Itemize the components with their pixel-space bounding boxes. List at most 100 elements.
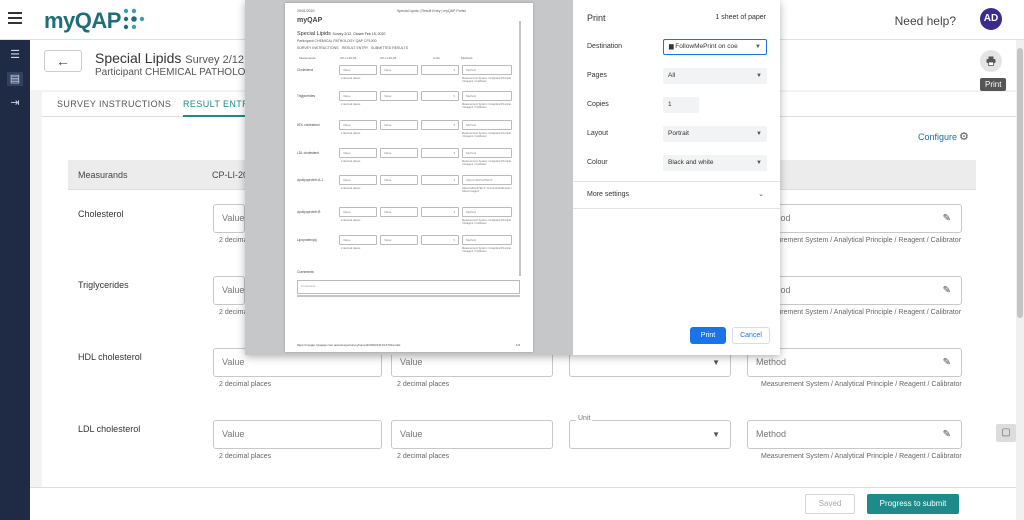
preview-method-box: Method [462,91,512,101]
colour-select[interactable]: Black and white ▼ [663,155,767,171]
method-placeholder: Method [756,429,787,439]
progress-to-submit-button[interactable]: Progress to submit [867,494,959,514]
preview-header: Measurands [299,56,316,60]
pages-select[interactable]: All ▼ [663,68,767,84]
preview-row-label: LDL cholesterol [297,151,320,155]
logo-mark-icon [123,8,145,30]
divider [573,208,780,209]
print-dialog: 29/01/2020 Special Lipids | Result Entry… [245,0,780,355]
preview-method-box: Method [462,235,512,245]
row-label-ldl-cholesterol: LDL cholesterol [78,424,141,434]
preview-url: https://myqap.rcpaqap.com.au/surveys/sur… [297,343,401,347]
chevron-down-icon: ▾ [453,68,455,72]
decimal-hint: 2 decimal places [397,381,450,388]
copies-input[interactable]: 1 [663,97,699,113]
row-label-cholesterol: Cholesterol [78,209,124,219]
chevron-down-icon: ▼ [756,160,762,166]
preview-value-box: Value [339,91,377,101]
configure-link[interactable]: Configure [918,132,957,142]
method-hint: asurement System / Analytical Principle … [770,237,962,244]
ldl-value-input-1[interactable]: Value [213,420,382,449]
menu-icon[interactable] [8,12,22,24]
scrollbar-thumb[interactable] [1017,48,1023,318]
preview-method-box: Method [462,65,512,75]
decimal-hint: 2 decimal places [219,453,272,460]
app-logo[interactable]: myQAP [44,8,121,34]
saved-button[interactable]: Saved [805,494,855,514]
collapse-menu-icon[interactable]: ☰ [7,48,23,62]
pages-label: Pages [587,72,607,79]
edit-pencil-icon[interactable]: ✎ [943,421,951,448]
page-scrollbar[interactable] [1016,40,1024,520]
destination-select[interactable]: ▆ FollowMePrint on coe ▼ [663,39,767,55]
chevron-down-icon[interactable]: ⌄ [758,190,764,198]
edit-pencil-icon[interactable]: ✎ [943,277,951,304]
preview-value-box: Value [380,207,418,217]
tab-survey-instructions[interactable]: SURVEY INSTRUCTIONS [57,92,171,117]
need-help-link[interactable]: Need help? [895,14,956,28]
preview-decimal-hint: 2 decimal places [341,160,361,163]
preview-decimal-hint: 2 decimal places [341,132,361,135]
destination-value: FollowMePrint on coe [675,43,738,50]
preview-row-label: HDL cholesterol [297,123,320,127]
preview-tab: RESULT ENTRY [342,46,369,50]
print-button[interactable] [980,50,1002,72]
sheet-count: 1 sheet of paper [715,14,766,21]
triglycerides-value-input[interactable]: Value [213,276,245,305]
print-cancel-button[interactable]: Cancel [732,327,770,344]
gear-icon[interactable]: ⚙ [959,130,969,143]
page-title: Special Lipids Survey 2/12, C [95,50,258,66]
layout-value: Portrait [668,130,689,137]
preview-method-hint: Measurement System / Analytical Principl… [462,247,512,254]
colour-value: Black and white [668,159,714,166]
cholesterol-value-input[interactable]: Value [213,204,245,233]
preview-value-box: Value [380,235,418,245]
chevron-down-icon: ▾ [453,210,455,214]
footer-bar: Saved Progress to submit [30,487,1024,520]
preview-header: CP-LI-20-02 [340,56,357,60]
preview-row-label: Apolipoprotein A-1 [297,178,324,182]
edit-pencil-icon[interactable]: ✎ [943,349,951,376]
chat-icon[interactable]: ▢ [996,424,1016,442]
preview-comments-box: Comments [297,280,520,294]
chevron-down-icon: ▼ [756,131,762,137]
unit-label: Unit [576,414,593,424]
chevron-down-icon: ▾ [453,151,455,155]
ldl-value-input-2[interactable]: Value [391,420,553,449]
logout-icon[interactable]: ⇥ [7,96,23,110]
edit-pencil-icon[interactable]: ✎ [943,205,951,232]
back-button[interactable]: ← [44,50,82,72]
preview-value-box: Value [339,235,377,245]
preview-logo: myQAP [297,17,323,24]
layout-select[interactable]: Portrait ▼ [663,126,767,142]
preview-page-number: 1/2 [516,343,521,347]
ldl-method-field[interactable]: Method ✎ [747,420,962,449]
preview-unit-box: ▾ [421,175,459,185]
preview-hscrollbar [297,295,520,297]
copies-label: Copies [587,101,609,108]
decimal-hint: 2 decimal places [397,453,450,460]
row-label-hdl-cholesterol: HDL cholesterol [78,352,142,362]
avatar[interactable]: AD [980,8,1002,30]
preview-method-hint: Measurement System / Analytical Principl… [462,103,512,110]
print-confirm-button[interactable]: Print [690,327,726,344]
results-list-icon[interactable]: ▤ [7,72,23,86]
print-dialog-title: Print [587,13,606,23]
divider [573,181,780,182]
layout-label: Layout [587,130,609,137]
cholesterol-method-field[interactable]: thod ✎ [770,204,962,233]
preview-header: Methods [461,56,473,60]
preview-tab: SURVEY INSTRUCTIONS [297,46,339,50]
ldl-unit-select[interactable]: Unit ▼ [569,414,731,449]
header-measurands: Measurands [78,170,128,180]
preview-participant: Participant CHEMICAL PATHOLOGY QAP CP100… [297,39,377,43]
preview-method-box: Abbott ARCHITECT... [462,175,512,185]
triglycerides-method-field[interactable]: thod ✎ [770,276,962,305]
preview-date: 29/01/2020 [297,9,315,13]
preview-decimal-hint: 2 decimal places [341,219,361,222]
printer-icon [986,56,996,66]
more-settings-toggle[interactable]: More settings [587,191,629,198]
preview-method-hint: Measurement System / Analytical Principl… [462,219,512,226]
preview-unit-box: ▾ [421,235,459,245]
preview-value-box: Value [380,175,418,185]
